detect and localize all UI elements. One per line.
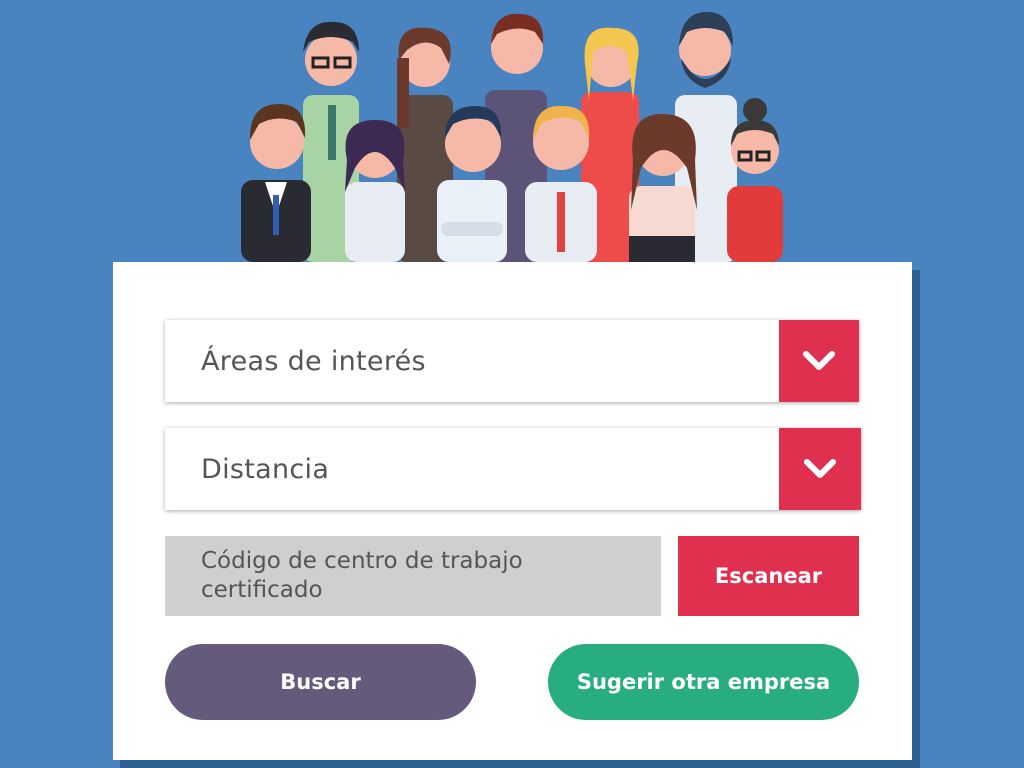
areas-dropdown-toggle[interactable] [779, 320, 859, 402]
suggest-company-button[interactable]: Sugerir otra empresa [548, 644, 859, 720]
chevron-down-icon [803, 351, 835, 370]
areas-of-interest-select[interactable]: Áreas de interés [165, 320, 859, 402]
distance-select[interactable]: Distancia [165, 428, 861, 510]
distance-label: Distancia [201, 453, 330, 485]
search-form-card: Áreas de interés Distancia Código de cen… [113, 262, 912, 760]
work-center-code-input[interactable]: Código de centro de trabajo certificado [165, 536, 661, 616]
team-illustration [235, 0, 795, 262]
chevron-down-icon [804, 459, 836, 478]
areas-of-interest-label: Áreas de interés [201, 345, 426, 377]
work-center-code-placeholder: Código de centro de trabajo certificado [201, 548, 523, 603]
scan-button[interactable]: Escanear [678, 536, 859, 616]
search-button[interactable]: Buscar [165, 644, 476, 720]
team-people-icon [241, 12, 783, 262]
distance-dropdown-toggle[interactable] [779, 428, 861, 510]
